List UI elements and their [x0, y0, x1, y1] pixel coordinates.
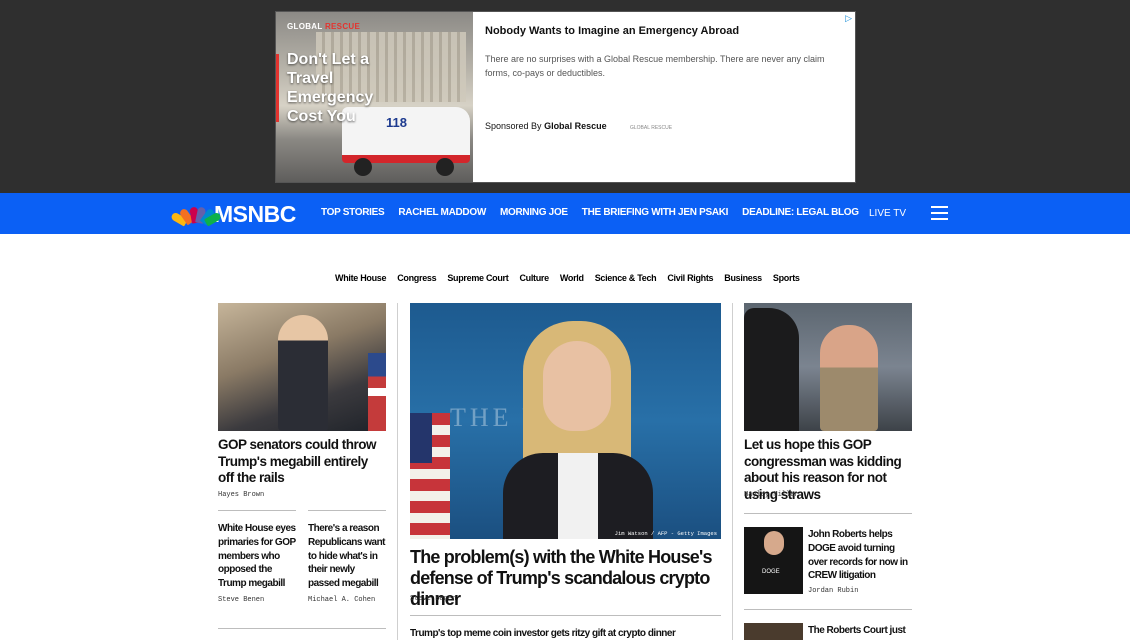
nav-briefing-jen-psaki[interactable]: THE BRIEFING WITH JEN PSAKI	[582, 207, 729, 218]
nav-morning-joe[interactable]: MORNING JOE	[500, 207, 568, 218]
section-congress[interactable]: Congress	[397, 273, 436, 283]
right-item1-headline[interactable]: John Roberts helps DOGE avoid turning ov…	[808, 528, 914, 583]
main-nav: TOP STORIES RACHEL MADDOW MORNING JOE TH…	[321, 207, 873, 218]
live-tv-link[interactable]: LIVE TV	[869, 208, 906, 219]
right-story-photo[interactable]	[744, 303, 912, 431]
ad-sponsor: Sponsored By Global Rescue	[485, 121, 607, 131]
center-next-headline[interactable]: Trump's top meme coin investor gets ritz…	[410, 627, 721, 640]
ad-area: 118 GLOBAL RESCUE Don't Let a Travel Eme…	[0, 0, 1130, 193]
left-sub2-headline[interactable]: There's a reason Republicans want to hid…	[308, 522, 388, 591]
head-graphic	[764, 531, 784, 555]
adchoices-icon[interactable]: ▷	[845, 13, 852, 24]
section-culture[interactable]: Culture	[519, 273, 549, 283]
center-story-photo[interactable]: THE WH Jim Watson / AFP - Getty Images	[410, 303, 721, 539]
ad-banner[interactable]: 118 GLOBAL RESCUE Don't Let a Travel Eme…	[275, 11, 856, 183]
right-item2-thumbnail[interactable]	[744, 623, 803, 640]
ad-sponsor-name[interactable]: Global Rescue	[544, 121, 607, 131]
center-main-headline[interactable]: The problem(s) with the White House's de…	[410, 547, 725, 610]
section-world[interactable]: World	[560, 273, 584, 283]
center-main-byline[interactable]: Steve Benen	[410, 595, 456, 603]
section-white-house[interactable]: White House	[335, 273, 387, 283]
section-business[interactable]: Business	[724, 273, 762, 283]
ad-mini-logo: GLOBAL RESCUE	[630, 125, 673, 131]
divider	[218, 510, 296, 511]
section-supreme-court[interactable]: Supreme Court	[447, 273, 508, 283]
wheel-graphic	[354, 158, 372, 176]
divider	[308, 510, 386, 511]
right-item2-headline[interactable]: The Roberts Court just	[808, 624, 914, 638]
section-science-tech[interactable]: Science & Tech	[595, 273, 657, 283]
left-main-byline[interactable]: Hayes Brown	[218, 491, 264, 499]
section-civil-rights[interactable]: Civil Rights	[667, 273, 713, 283]
right-item1-thumbnail[interactable]: DOGE	[744, 527, 803, 594]
shirt-text: DOGE	[762, 569, 780, 575]
ad-text: There are no surprises with a Global Res…	[485, 54, 825, 78]
congressman-figure	[820, 325, 878, 431]
face-graphic	[543, 341, 611, 431]
peacock-icon	[170, 203, 222, 227]
top-navbar: MSNBC TOP STORIES RACHEL MADDOW MORNING …	[0, 193, 1130, 234]
column-divider	[732, 303, 733, 640]
ad-title[interactable]: Nobody Wants to Imagine an Emergency Abr…	[485, 25, 739, 37]
hamburger-menu-icon[interactable]	[931, 206, 948, 220]
section-sports[interactable]: Sports	[773, 273, 800, 283]
senator-figure	[278, 315, 328, 431]
divider	[410, 615, 721, 616]
left-sub1-byline[interactable]: Steve Benen	[218, 596, 264, 604]
left-story-photo[interactable]	[218, 303, 386, 431]
left-main-headline[interactable]: GOP senators could throw Trump's megabil…	[218, 437, 386, 487]
flag-graphic	[368, 353, 386, 431]
divider	[218, 628, 386, 629]
right-main-byline[interactable]: Hayley Miller	[744, 491, 799, 499]
section-nav: White House Congress Supreme Court Cultu…	[335, 273, 811, 283]
wheel-graphic	[436, 158, 454, 176]
ad-accent-bar	[276, 54, 279, 122]
column-divider	[397, 303, 398, 640]
right-item1-byline[interactable]: Jordan Rubin	[808, 587, 858, 595]
camera-graphic	[744, 308, 799, 431]
ad-image-headline: Don't Let a Travel Emergency Cost You	[287, 51, 374, 125]
nav-top-stories[interactable]: TOP STORIES	[321, 207, 385, 218]
divider	[744, 513, 912, 514]
shirt-graphic	[558, 453, 598, 539]
logo-text: MSNBC	[214, 200, 296, 227]
nav-deadline-legal-blog[interactable]: DEADLINE: LEGAL BLOG	[742, 207, 859, 218]
photo-credit: Jim Watson / AFP - Getty Images	[614, 530, 717, 537]
nav-rachel-maddow[interactable]: RACHEL MADDOW	[398, 207, 486, 218]
divider	[744, 609, 912, 610]
ad-logo: GLOBAL RESCUE	[287, 22, 361, 31]
msnbc-logo[interactable]: MSNBC	[170, 200, 296, 227]
ad-image[interactable]: 118 GLOBAL RESCUE Don't Let a Travel Eme…	[276, 12, 473, 182]
left-sub2-byline[interactable]: Michael A. Cohen	[308, 596, 375, 604]
flag-canton-graphic	[410, 413, 432, 463]
left-sub1-headline[interactable]: White House eyes primaries for GOP membe…	[218, 522, 298, 591]
